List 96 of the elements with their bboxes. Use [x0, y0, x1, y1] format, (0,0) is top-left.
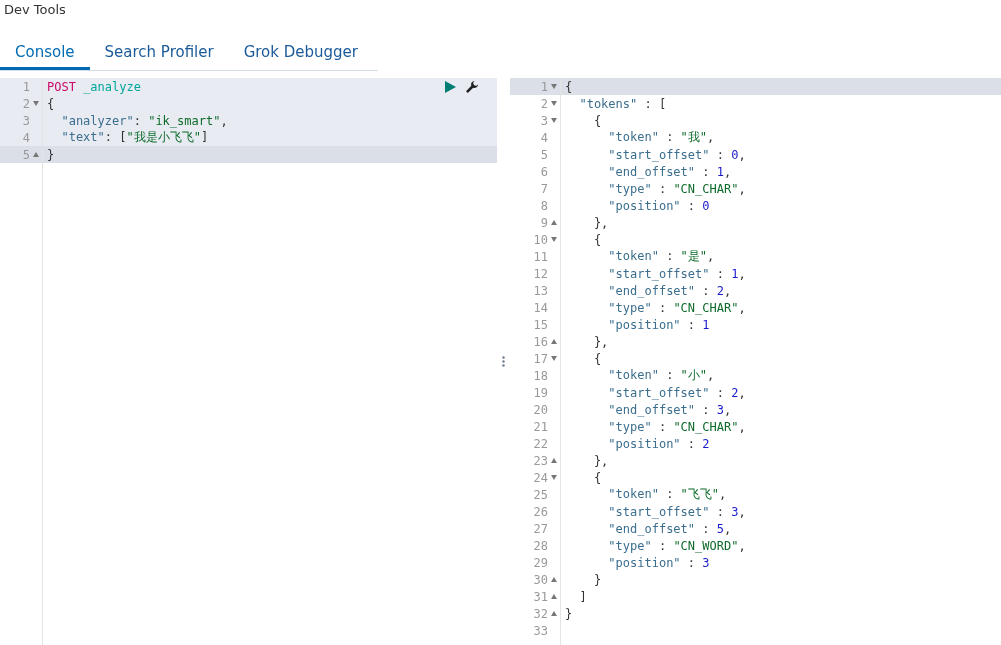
code-line: "start_offset" : 3, — [607, 504, 746, 519]
line-number: 17 — [533, 351, 548, 366]
code-line: "start_offset" : 0, — [607, 147, 746, 162]
line-number: 23 — [533, 453, 548, 468]
code-line: { — [592, 232, 602, 247]
code-line: "tokens" : [ — [578, 96, 667, 111]
fold-icon[interactable] — [551, 101, 557, 106]
line-number: 13 — [533, 283, 548, 298]
line-number: 22 — [533, 436, 548, 451]
line-number: 20 — [533, 402, 548, 417]
line-number: 24 — [533, 470, 548, 485]
fold-icon[interactable] — [551, 458, 557, 463]
code-line: { — [46, 96, 55, 111]
line-number: 9 — [540, 215, 548, 230]
code-line: "type" : "CN_CHAR", — [607, 419, 746, 434]
line-number: 27 — [533, 521, 548, 536]
line-number: 31 — [533, 589, 548, 604]
code-line: { — [564, 79, 573, 94]
line-number: 33 — [533, 623, 548, 638]
line-number: 4 — [22, 130, 30, 145]
resize-handle[interactable] — [502, 356, 505, 367]
line-number: 5 — [540, 147, 548, 162]
line-number: 8 — [540, 198, 548, 213]
line-number: 26 — [533, 504, 548, 519]
code-line: "end_offset" : 5, — [607, 521, 732, 536]
code-line: "start_offset" : 1, — [607, 266, 746, 281]
tab[interactable]: Search Profiler — [89, 36, 229, 70]
line-number: 21 — [533, 419, 548, 434]
code-line: { — [592, 113, 602, 128]
code-line: "end_offset" : 1, — [607, 164, 732, 179]
code-line: }, — [592, 453, 609, 468]
code-line: "token" : "飞飞", — [607, 486, 727, 503]
code-line: }, — [592, 334, 609, 349]
fold-icon[interactable] — [551, 237, 557, 242]
line-number: 6 — [540, 164, 548, 179]
code-line: "text": ["我是小飞飞"] — [60, 129, 209, 146]
app-title: Dev Tools — [3, 1, 67, 19]
line-number: 14 — [533, 300, 548, 315]
line-number: 12 — [533, 266, 548, 281]
line-number: 2 — [540, 96, 548, 111]
code-line: "start_offset" : 2, — [607, 385, 746, 400]
line-number: 16 — [533, 334, 548, 349]
line-number: 4 — [540, 130, 548, 145]
line-number: 1 — [540, 79, 548, 94]
line-number: 29 — [533, 555, 548, 570]
wrench-icon[interactable] — [465, 80, 479, 94]
code-line: "end_offset" : 2, — [607, 283, 732, 298]
line-number: 19 — [533, 385, 548, 400]
line-number: 3 — [540, 113, 548, 128]
code-line: "type" : "CN_CHAR", — [607, 181, 746, 196]
fold-icon[interactable] — [551, 356, 557, 361]
fold-icon[interactable] — [551, 339, 557, 344]
line-number: 5 — [22, 147, 30, 162]
fold-icon[interactable] — [551, 611, 557, 616]
fold-icon[interactable] — [551, 220, 557, 225]
line-number: 3 — [22, 113, 30, 128]
fold-icon[interactable] — [33, 101, 39, 106]
code-line: }, — [592, 215, 609, 230]
play-icon[interactable] — [443, 80, 457, 94]
fold-icon[interactable] — [551, 475, 557, 480]
line-number: 18 — [533, 368, 548, 383]
code-line: "position" : 1 — [607, 317, 710, 332]
code-line: } — [46, 147, 55, 162]
fold-icon[interactable] — [33, 152, 39, 157]
code-line: "token" : "我", — [607, 129, 715, 146]
line-number: 11 — [533, 249, 548, 264]
code-line: { — [592, 470, 602, 485]
code-line: ] — [578, 589, 587, 604]
tab[interactable]: Grok Debugger — [228, 36, 373, 70]
fold-icon[interactable] — [551, 84, 557, 89]
code-line: "token" : "是", — [607, 248, 715, 265]
code-line: "type" : "CN_WORD", — [607, 538, 746, 553]
fold-icon[interactable] — [551, 594, 557, 599]
code-line: } — [564, 606, 573, 621]
line-number: 32 — [533, 606, 548, 621]
line-number: 2 — [22, 96, 30, 111]
code-line: "type" : "CN_CHAR", — [607, 300, 746, 315]
code-line: "analyzer": "ik_smart", — [60, 113, 228, 128]
fold-icon[interactable] — [551, 577, 557, 582]
line-number: 15 — [533, 317, 548, 332]
fold-icon[interactable] — [551, 118, 557, 123]
line-number: 10 — [533, 232, 548, 247]
code-line: { — [592, 351, 602, 366]
tab[interactable]: Console — [0, 36, 90, 70]
line-number: 28 — [533, 538, 548, 553]
code-line: "end_offset" : 3, — [607, 402, 732, 417]
line-number: 25 — [533, 487, 548, 502]
line-number: 1 — [22, 79, 30, 94]
code-line: "position" : 2 — [607, 436, 710, 451]
code-line: "position" : 3 — [607, 555, 710, 570]
code-line: } — [592, 572, 602, 587]
code-line: "token" : "小", — [607, 367, 715, 384]
code-line: POST _analyze — [46, 79, 141, 94]
code-line: "position" : 0 — [607, 198, 710, 213]
line-number: 30 — [533, 572, 548, 587]
line-number: 7 — [540, 181, 548, 196]
